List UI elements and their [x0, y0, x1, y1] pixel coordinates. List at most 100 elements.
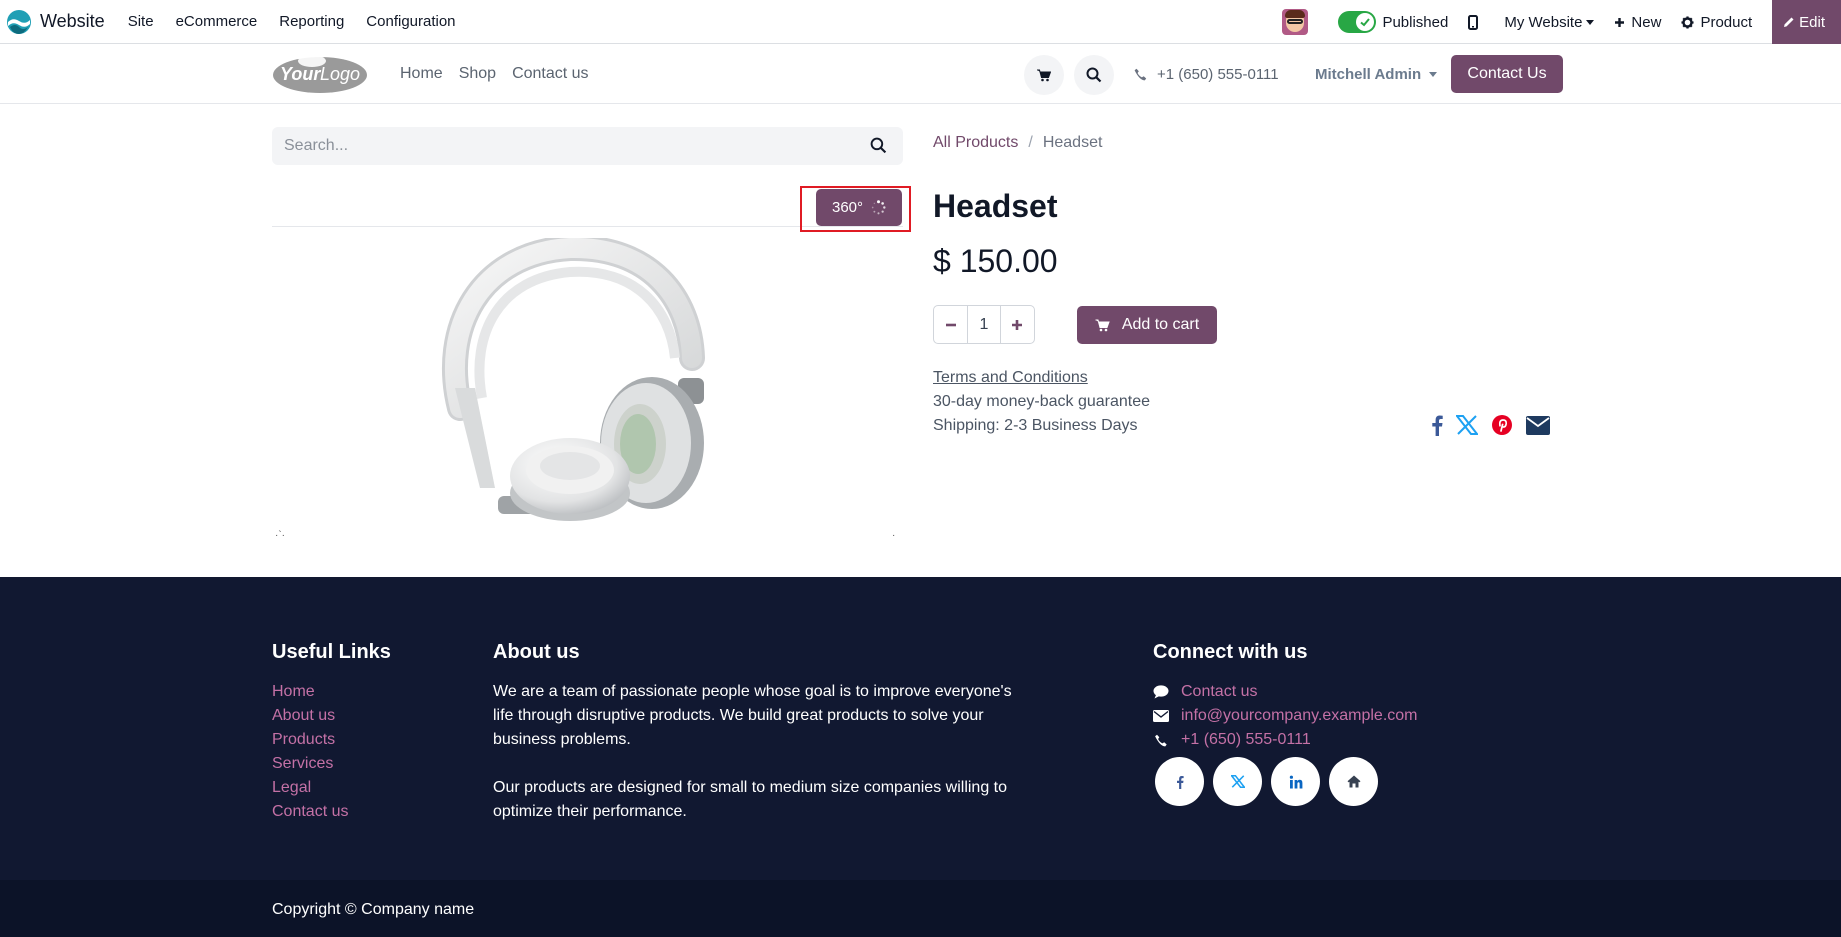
user-menu[interactable]: Mitchell Admin: [1315, 45, 1438, 103]
footer-link-products[interactable]: Products: [272, 728, 348, 752]
social-facebook[interactable]: [1155, 757, 1204, 806]
envelope-icon: [1153, 710, 1169, 722]
share-facebook[interactable]: [1431, 414, 1443, 436]
menu-ecommerce[interactable]: eCommerce: [165, 0, 269, 44]
user-name: Mitchell Admin: [1315, 65, 1422, 83]
footer-link-services[interactable]: Services: [272, 752, 348, 776]
connect-email-label: info@yourcompany.example.com: [1181, 707, 1418, 724]
copyright-text: Copyright © Company name: [272, 901, 475, 918]
footer-link-home[interactable]: Home: [272, 680, 348, 704]
nav-contact-us[interactable]: Contact us: [512, 65, 588, 83]
quantity-increase-button[interactable]: [1001, 306, 1034, 343]
connect-contact-label: Contact us: [1181, 683, 1258, 700]
website-app-icon: [7, 9, 31, 34]
app-brand[interactable]: Website: [0, 0, 117, 44]
header-phone-number: +1 (650) 555-0111: [1157, 65, 1279, 83]
phone-icon: [1134, 68, 1147, 80]
copyright-bar: Copyright © Company name: [0, 880, 1841, 937]
published-toggle[interactable]: [1338, 11, 1377, 33]
product-title: Headset: [933, 188, 1058, 224]
cart-icon: [1037, 69, 1051, 81]
share-x[interactable]: [1456, 415, 1478, 435]
quantity-input[interactable]: 1: [967, 306, 1001, 343]
gear-icon: [1681, 15, 1694, 29]
x-icon: [1456, 415, 1478, 435]
phone-icon: [1155, 734, 1167, 746]
product-label: Product: [1700, 13, 1753, 31]
cart-button[interactable]: [1024, 55, 1064, 95]
menu-configuration[interactable]: Configuration: [355, 0, 466, 44]
share-pinterest[interactable]: [1491, 414, 1513, 436]
search-input[interactable]: [272, 137, 852, 155]
connect-contact-link[interactable]: Contact us: [1153, 680, 1418, 704]
website-header: Your Logo Home Shop Contact us +1 (650) …: [0, 45, 1841, 104]
edit-button[interactable]: Edit: [1772, 0, 1841, 44]
toggle-knob: [1356, 13, 1375, 31]
breadcrumb-all-products[interactable]: All Products: [933, 134, 1018, 152]
check-icon: [1360, 18, 1371, 27]
gallery-next-indicator[interactable]: ·: [892, 531, 895, 541]
product-settings-button[interactable]: Product: [1681, 14, 1752, 31]
share-email[interactable]: [1526, 415, 1550, 435]
breadcrumb-current: Headset: [1042, 134, 1103, 151]
loading-spinner-icon: [871, 200, 886, 215]
gallery-divider: [272, 226, 903, 227]
social-x[interactable]: [1213, 757, 1262, 806]
plus-icon: [1615, 17, 1625, 27]
social-links: [1155, 757, 1387, 806]
header-phone[interactable]: +1 (650) 555-0111: [1134, 45, 1279, 103]
mobile-icon: [1468, 14, 1479, 30]
product-search: [272, 127, 903, 165]
useful-links-title: Useful Links: [272, 641, 391, 663]
terms-link[interactable]: Terms and Conditions: [933, 369, 1088, 387]
menu-site[interactable]: Site: [117, 0, 165, 44]
cart-icon: [1095, 319, 1110, 331]
avatar-glasses: [1287, 19, 1304, 24]
view-360-label: 360°: [831, 199, 864, 216]
about-text: We are a team of passionate people whose…: [493, 680, 1023, 824]
footer-link-about[interactable]: About us: [272, 704, 348, 728]
your-logo-image[interactable]: Your Logo: [272, 53, 368, 95]
home-icon: [1347, 775, 1360, 788]
new-button[interactable]: New: [1614, 14, 1661, 31]
backend-topbar: Website Site eCommerce Reporting Configu…: [0, 0, 1841, 44]
header-contact-button[interactable]: Contact Us: [1451, 55, 1563, 93]
nav-home[interactable]: Home: [400, 65, 443, 83]
add-to-cart-button[interactable]: Add to cart: [1077, 306, 1217, 344]
pencil-icon: [1784, 17, 1794, 27]
site-nav: Home Shop Contact us: [400, 45, 605, 103]
breadcrumb-separator: /: [1028, 134, 1033, 151]
social-linkedin[interactable]: [1271, 757, 1320, 806]
site-footer: Useful Links Home About us Products Serv…: [0, 577, 1841, 880]
footer-link-contact[interactable]: Contact us: [272, 800, 348, 824]
view-360-button[interactable]: 360°: [816, 189, 902, 226]
gallery-prev-indicator[interactable]: ·`·: [275, 531, 285, 541]
quantity-decrease-button[interactable]: [934, 306, 967, 343]
search-icon[interactable]: [870, 137, 887, 154]
shipping-text: Shipping: 2-3 Business Days: [933, 417, 1138, 434]
connect-email-link[interactable]: info@yourcompany.example.com: [1153, 704, 1418, 728]
about-paragraph-2: Our products are designed for small to m…: [493, 779, 1008, 820]
user-avatar[interactable]: [1282, 9, 1309, 35]
nav-shop[interactable]: Shop: [459, 65, 496, 83]
website-switcher-label: My Website: [1504, 13, 1583, 31]
site-search-button[interactable]: [1074, 55, 1114, 95]
new-label: New: [1631, 13, 1662, 31]
chevron-down-icon: [1586, 19, 1595, 25]
website-switcher[interactable]: My Website: [1504, 13, 1595, 31]
share-buttons: [1431, 414, 1563, 436]
app-name: Website: [40, 11, 105, 31]
published-label[interactable]: Published: [1382, 14, 1448, 31]
social-home[interactable]: [1329, 757, 1378, 806]
connect-phone-link[interactable]: +1 (650) 555-0111: [1153, 728, 1418, 752]
about-title: About us: [493, 641, 580, 663]
topbar-actions: Published My Website New Product Edit: [1282, 0, 1841, 44]
mobile-preview-button[interactable]: [1468, 14, 1484, 30]
menu-reporting[interactable]: Reporting: [268, 0, 355, 44]
connect-title: Connect with us: [1153, 641, 1308, 663]
footer-link-legal[interactable]: Legal: [272, 776, 348, 800]
search-icon: [1086, 67, 1102, 83]
product-image-headset[interactable]: [420, 238, 740, 528]
add-to-cart-label: Add to cart: [1121, 316, 1200, 333]
product-price: $ 150.00: [933, 243, 1058, 279]
